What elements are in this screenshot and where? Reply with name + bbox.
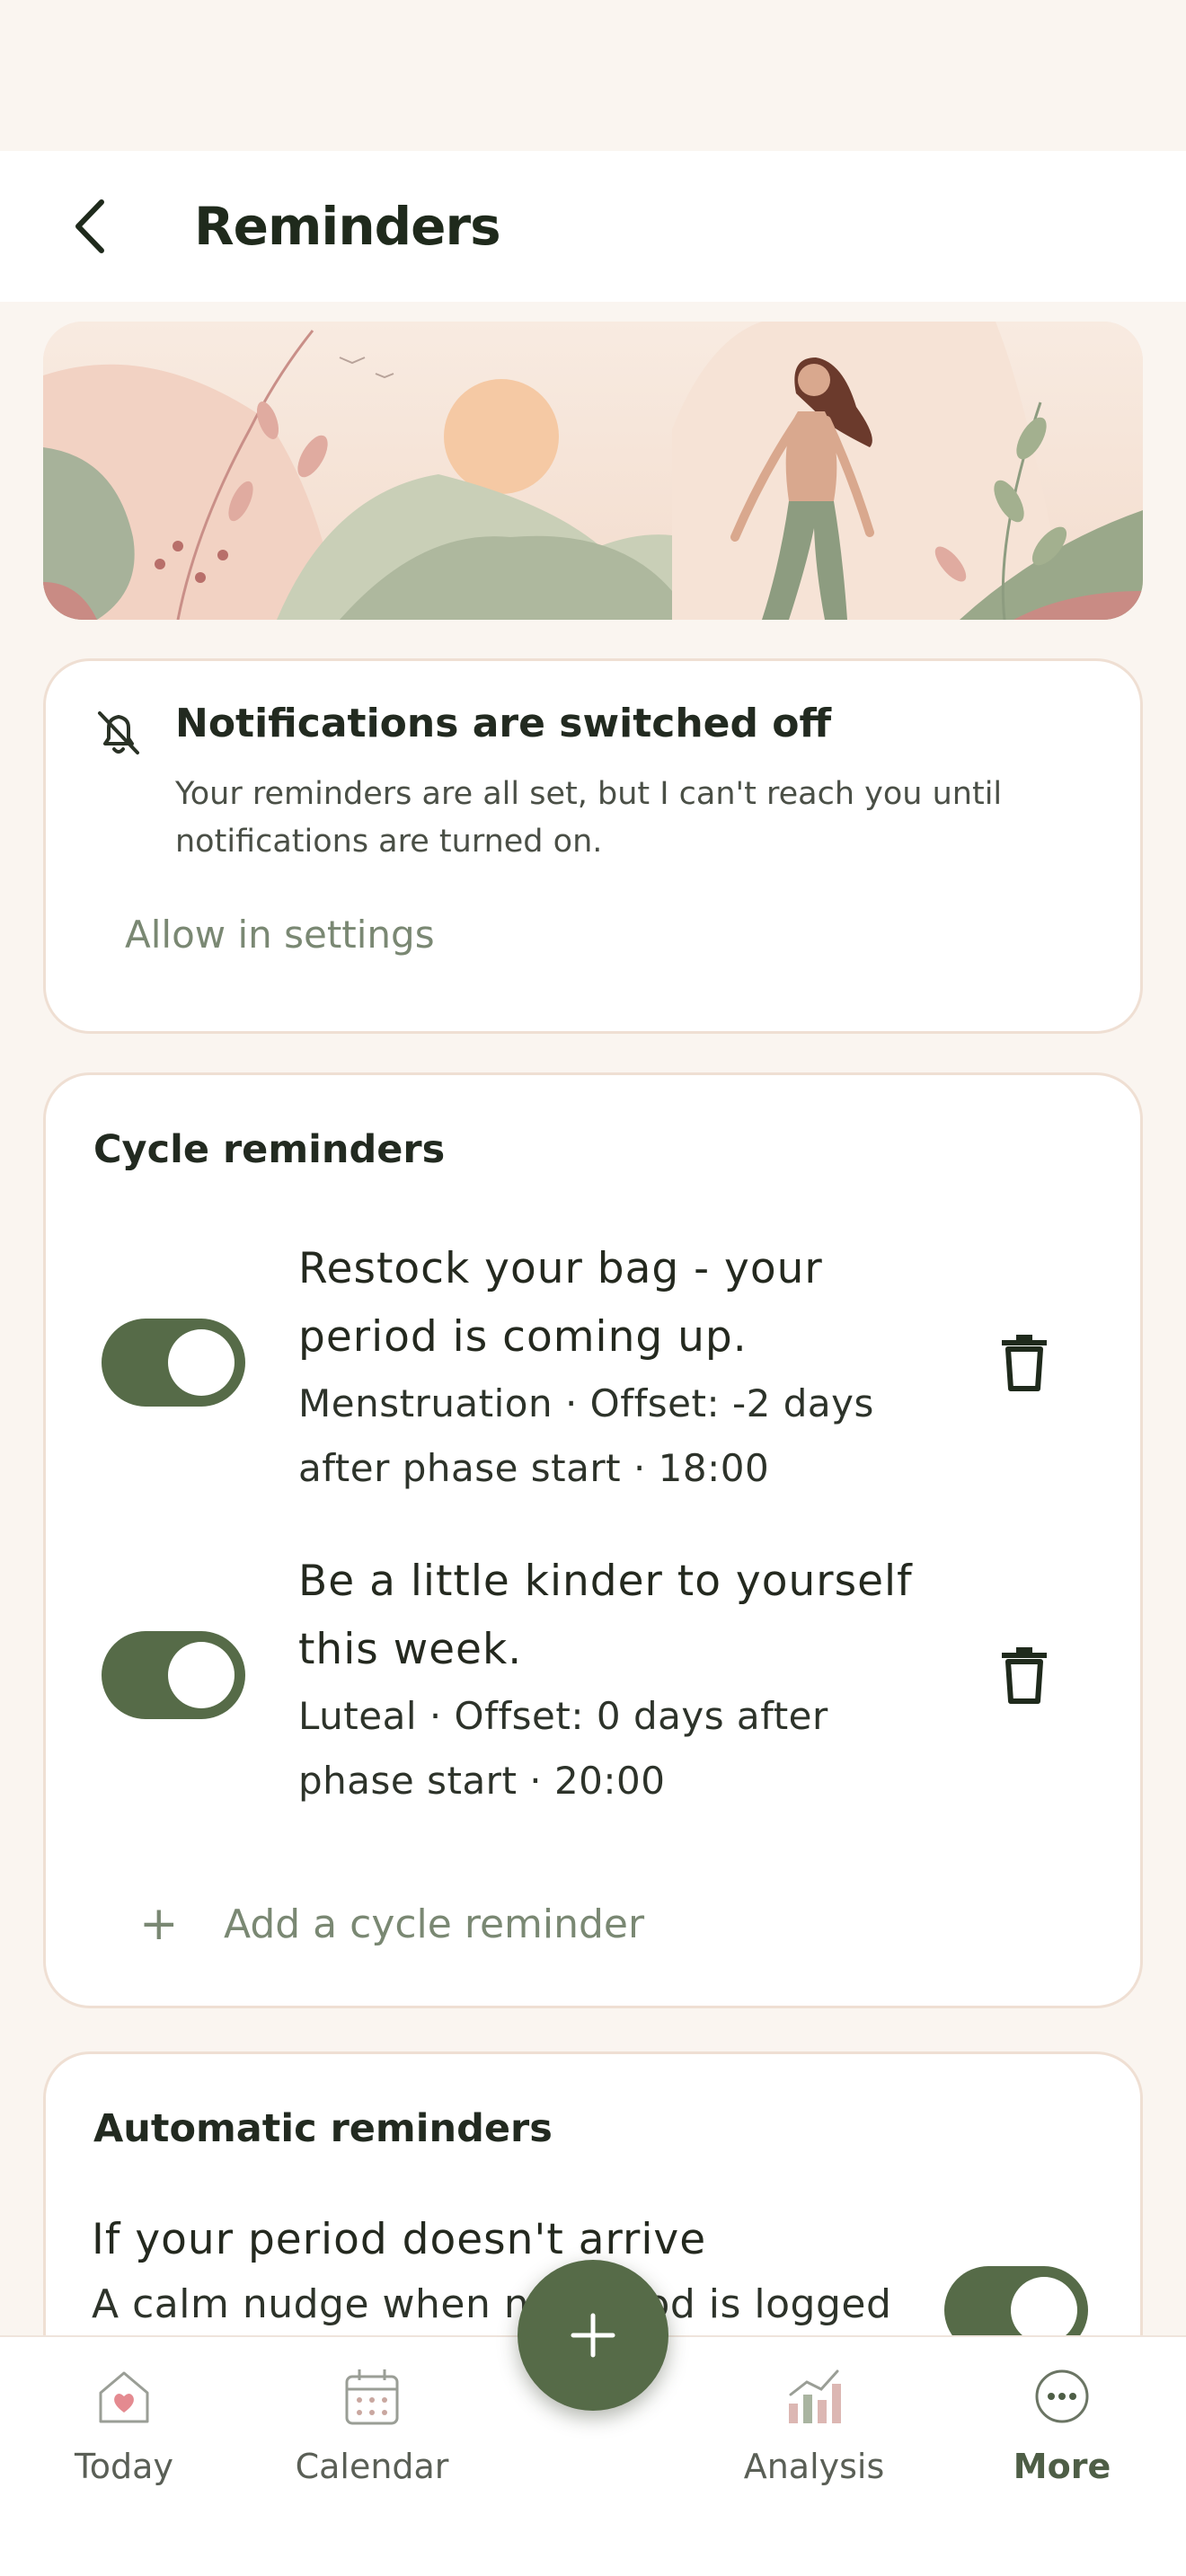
toggle-knob: [168, 1642, 235, 1708]
reminder-title: Restock your bag - your period is coming…: [298, 1244, 823, 1362]
more-icon: [1035, 2369, 1089, 2423]
toggle-knob: [1011, 2277, 1077, 2343]
tab-today[interactable]: Today: [25, 2364, 223, 2517]
app-header: Reminders: [0, 151, 1186, 302]
tab-analysis[interactable]: Analysis: [715, 2364, 913, 2517]
trash-icon[interactable]: [998, 1333, 1050, 1392]
plus-icon: [571, 2313, 615, 2358]
automatic-reminder-subtitle: A calm nudge when no period is logged: [92, 2281, 892, 2327]
add-fab-button[interactable]: [518, 2260, 668, 2411]
tab-label: Calendar: [295, 2447, 449, 2486]
hero-illustration: [43, 322, 1143, 620]
reminder-toggle[interactable]: [102, 1631, 245, 1719]
section-title: Automatic reminders: [93, 2106, 553, 2151]
tab-calendar[interactable]: Calendar: [273, 2364, 471, 2517]
list-item: Be a little kinder to yourself this week…: [298, 1548, 945, 1813]
chart-icon: [789, 2369, 841, 2423]
calendar-icon: [345, 2369, 399, 2425]
tab-more[interactable]: More: [963, 2364, 1161, 2517]
page-title: Reminders: [194, 196, 501, 257]
toggle-knob: [168, 1329, 235, 1396]
reminder-toggle[interactable]: [102, 1319, 245, 1407]
reminder-title: Be a little kinder to yourself this week…: [298, 1557, 913, 1674]
chevron-left-icon: [75, 199, 104, 253]
list-item: Restock your bag - your period is coming…: [298, 1235, 945, 1501]
tab-label: Today: [75, 2447, 173, 2486]
plus-icon: +: [139, 1897, 179, 1951]
add-cycle-reminder-button[interactable]: + Add a cycle reminder: [139, 1892, 644, 1955]
cycle-reminders-card: Cycle reminders Restock your bag - your …: [43, 1072, 1143, 2008]
bell-off-icon: [98, 711, 139, 754]
home-heart-icon: [99, 2371, 149, 2423]
reminder-meta: Luteal · Offset: 0 days after phase star…: [298, 1694, 828, 1803]
notifications-title: Notifications are switched off: [175, 701, 832, 746]
back-button[interactable]: [50, 187, 129, 266]
tab-label: More: [1013, 2447, 1111, 2486]
add-cycle-reminder-label: Add a cycle reminder: [224, 1901, 645, 1947]
section-title: Cycle reminders: [93, 1127, 446, 1172]
trash-icon[interactable]: [998, 1645, 1050, 1705]
tab-label: Analysis: [743, 2447, 885, 2486]
reminder-meta: Menstruation · Offset: -2 days after pha…: [298, 1381, 874, 1490]
notifications-card: Notifications are switched off Your remi…: [43, 658, 1143, 1034]
notifications-body: Your reminders are all set, but I can't …: [175, 776, 1003, 860]
automatic-reminder-title: If your period doesn't arrive: [92, 2215, 707, 2264]
allow-in-settings-button[interactable]: Allow in settings: [125, 913, 435, 957]
